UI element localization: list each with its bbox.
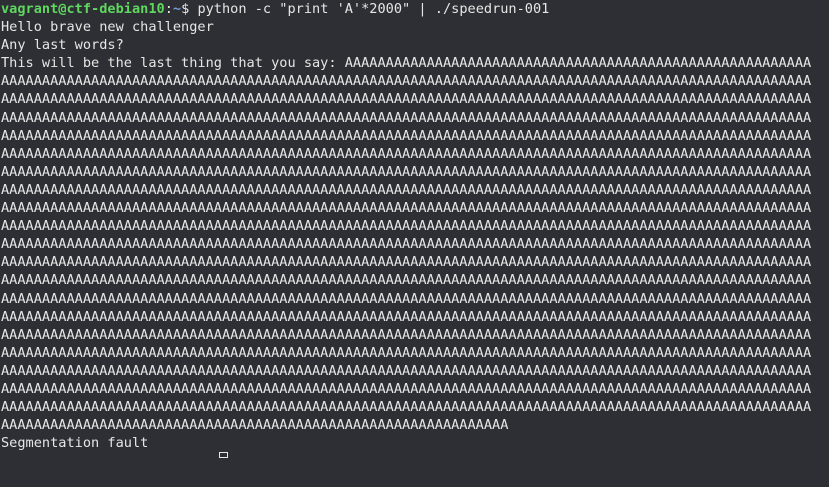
command-text: python -c "print 'A'*2000" | ./speedrun-… bbox=[197, 1, 550, 17]
payload-line: AAAAAAAAAAAAAAAAAAAAAAAAAAAAAAAAAAAAAAAA… bbox=[1, 109, 812, 126]
payload-line: This will be the last thing that you say… bbox=[1, 55, 812, 72]
payload-line: AAAAAAAAAAAAAAAAAAAAAAAAAAAAAAAAAAAAAAAA… bbox=[1, 290, 812, 307]
cursor-line bbox=[1, 452, 829, 470]
command-line: vagrant@ctf-debian10:~$ python -c "print… bbox=[1, 0, 829, 18]
payload-line: AAAAAAAAAAAAAAAAAAAAAAAAAAAAAAAAAAAAAAAA… bbox=[1, 380, 812, 397]
payload-line: AAAAAAAAAAAAAAAAAAAAAAAAAAAAAAAAAAAAAAAA… bbox=[1, 91, 812, 108]
payload-line: AAAAAAAAAAAAAAAAAAAAAAAAAAAAAAAAAAAAAAAA… bbox=[1, 218, 812, 235]
payload-line: AAAAAAAAAAAAAAAAAAAAAAAAAAAAAAAAAAAAAAAA… bbox=[1, 254, 812, 271]
payload-line: AAAAAAAAAAAAAAAAAAAAAAAAAAAAAAAAAAAAAAAA… bbox=[1, 417, 509, 434]
payload-line: AAAAAAAAAAAAAAAAAAAAAAAAAAAAAAAAAAAAAAAA… bbox=[1, 344, 812, 361]
prompt-separator: : bbox=[164, 1, 173, 17]
payload-line: AAAAAAAAAAAAAAAAAAAAAAAAAAAAAAAAAAAAAAAA… bbox=[1, 127, 812, 144]
prompt-path: ~ bbox=[172, 1, 182, 17]
payload-line: AAAAAAAAAAAAAAAAAAAAAAAAAAAAAAAAAAAAAAAA… bbox=[1, 181, 812, 198]
output-greeting: Hello brave new challenger bbox=[1, 19, 214, 36]
payload-line: AAAAAAAAAAAAAAAAAAAAAAAAAAAAAAAAAAAAAAAA… bbox=[1, 200, 812, 217]
payload-line: AAAAAAAAAAAAAAAAAAAAAAAAAAAAAAAAAAAAAAAA… bbox=[1, 163, 812, 180]
payload-line: AAAAAAAAAAAAAAAAAAAAAAAAAAAAAAAAAAAAAAAA… bbox=[1, 308, 812, 325]
payload-line: AAAAAAAAAAAAAAAAAAAAAAAAAAAAAAAAAAAAAAAA… bbox=[1, 145, 812, 162]
terminal-window[interactable]: vagrant@ctf-debian10:~$ python -c "print… bbox=[0, 0, 829, 487]
prompt-user-host: vagrant@ctf-debian10 bbox=[1, 1, 165, 17]
payload-line: AAAAAAAAAAAAAAAAAAAAAAAAAAAAAAAAAAAAAAAA… bbox=[1, 326, 812, 343]
payload-line: AAAAAAAAAAAAAAAAAAAAAAAAAAAAAAAAAAAAAAAA… bbox=[1, 362, 812, 379]
prompt-symbol: $ bbox=[181, 1, 198, 17]
payload-line: AAAAAAAAAAAAAAAAAAAAAAAAAAAAAAAAAAAAAAAA… bbox=[1, 236, 812, 253]
output-question: Any last words? bbox=[1, 37, 124, 54]
segfault-message: Segmentation fault bbox=[1, 435, 149, 452]
payload-line: AAAAAAAAAAAAAAAAAAAAAAAAAAAAAAAAAAAAAAAA… bbox=[1, 399, 812, 416]
terminal-cursor bbox=[219, 452, 228, 459]
payload-line: AAAAAAAAAAAAAAAAAAAAAAAAAAAAAAAAAAAAAAAA… bbox=[1, 73, 812, 90]
payload-output: This will be the last thing that you say… bbox=[1, 54, 829, 434]
payload-line: AAAAAAAAAAAAAAAAAAAAAAAAAAAAAAAAAAAAAAAA… bbox=[1, 272, 812, 289]
